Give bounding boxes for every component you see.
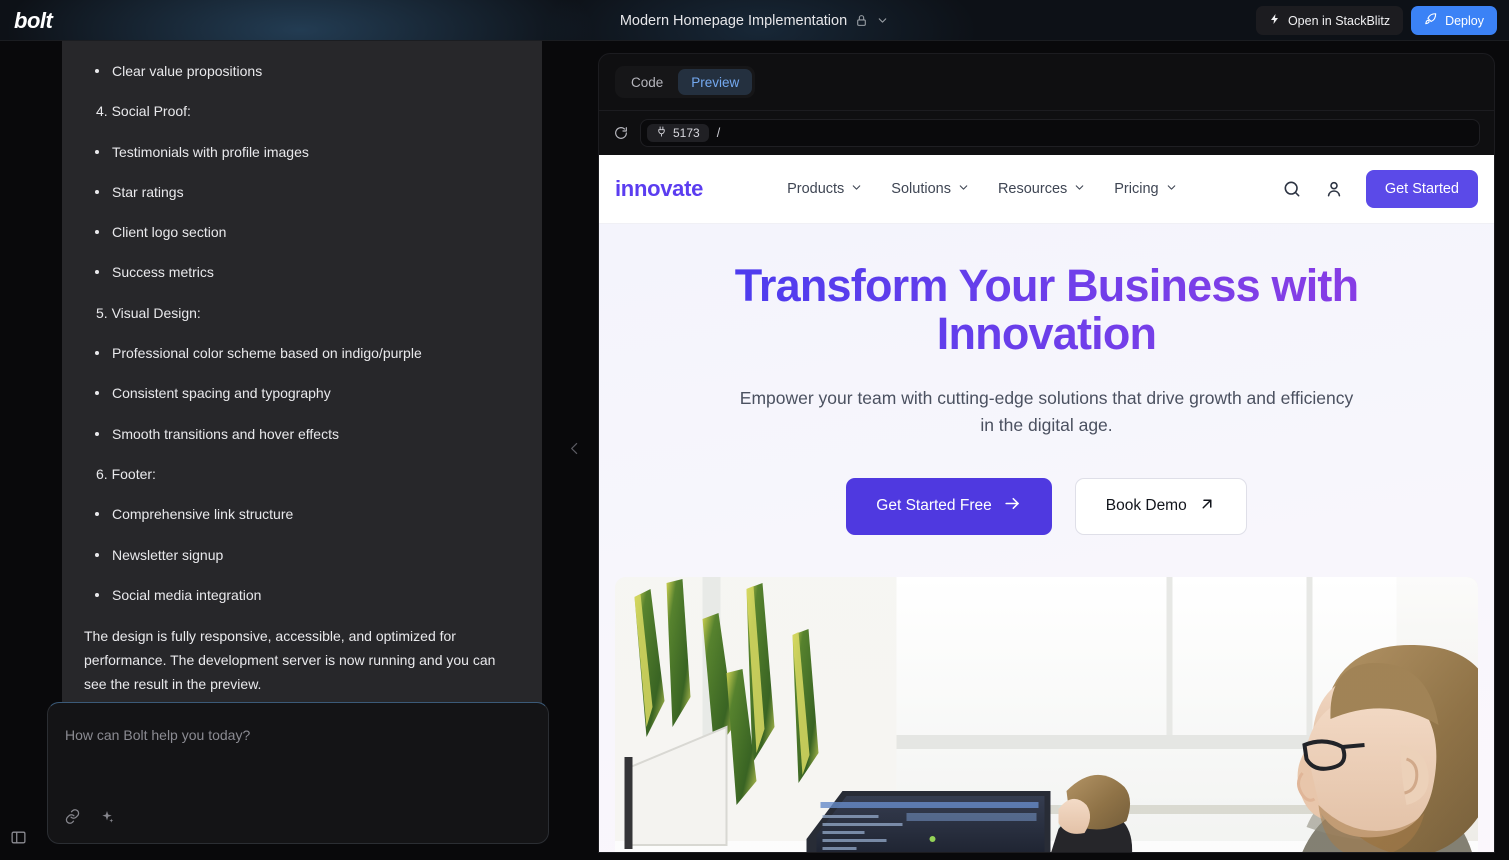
lock-icon[interactable] <box>855 14 868 27</box>
app-header: bolt Modern Homepage Implementation Open… <box>0 0 1509 41</box>
bolt-app-window: bolt Modern Homepage Implementation Open… <box>0 0 1509 860</box>
port-chip[interactable]: 5173 <box>647 124 709 142</box>
arrow-right-icon <box>1003 494 1022 518</box>
list-item: Success metrics <box>84 262 520 282</box>
lightning-bolt-icon <box>1269 13 1281 28</box>
hero-subtitle: Empower your team with cutting-edge solu… <box>739 388 1354 436</box>
nav-label-products: Products <box>787 181 845 197</box>
tab-preview[interactable]: Preview <box>678 69 753 95</box>
chevron-down-icon[interactable] <box>876 14 889 27</box>
hero-image <box>615 576 1478 852</box>
message-markdown: Clear value propositions 4. Social Proof:… <box>84 61 520 697</box>
hero-section: Transform Your Business with Innovation … <box>599 224 1494 852</box>
nav-item-solutions[interactable]: Solutions <box>891 181 970 198</box>
sparkle-icon[interactable] <box>99 809 115 825</box>
open-in-stackblitz-button[interactable]: Open in StackBlitz <box>1255 6 1404 35</box>
workbench-tabbar: Code Preview <box>599 54 1494 111</box>
view-toggle-group: Code Preview <box>615 66 756 98</box>
nav-get-started-button[interactable]: Get Started <box>1365 170 1478 208</box>
list-item: Smooth transitions and hover effects <box>84 424 520 444</box>
list-item: Clear value propositions <box>84 61 520 81</box>
hero-cta-group: Get Started Free Book Demo <box>599 477 1494 535</box>
preview-iframe: innovate Products Solutions Resources Pr… <box>599 155 1494 852</box>
list-item: Social media integration <box>84 585 520 605</box>
chat-composer[interactable]: How can Bolt help you today? <box>47 702 549 844</box>
book-demo-button[interactable]: Book Demo <box>1074 477 1247 535</box>
panel-left-icon[interactable] <box>10 829 27 846</box>
collapse-chat-chevron-left-icon[interactable] <box>566 440 583 457</box>
site-navbar: innovate Products Solutions Resources Pr… <box>599 155 1494 224</box>
open-in-stackblitz-label: Open in StackBlitz <box>1287 13 1391 28</box>
list-item: Client logo section <box>84 222 520 242</box>
list-item: Testimonials with profile images <box>84 142 520 162</box>
chat-input-placeholder[interactable]: How can Bolt help you today? <box>65 727 250 743</box>
deploy-label: Deploy <box>1445 13 1484 28</box>
list-item: Professional color scheme based on indig… <box>84 343 520 363</box>
numbered-item: 5. Visual Design: <box>96 304 201 321</box>
list-item: Star ratings <box>84 182 520 202</box>
get-started-free-label: Get Started Free <box>876 497 992 515</box>
nav-item-pricing[interactable]: Pricing <box>1114 181 1177 198</box>
hero-title: Transform Your Business with Innovation <box>697 261 1397 358</box>
page-title: Modern Homepage Implementation <box>619 12 848 29</box>
list-item: Newsletter signup <box>84 545 520 565</box>
composer-toolbar <box>64 808 115 825</box>
arrow-up-right-icon <box>1198 495 1216 518</box>
header-actions: Open in StackBlitz Deploy <box>1255 6 1497 35</box>
site-brand-logo[interactable]: innovate <box>615 176 703 202</box>
nav-item-products[interactable]: Products <box>787 181 863 198</box>
user-icon[interactable] <box>1324 179 1344 199</box>
chevron-down-icon <box>1165 181 1178 198</box>
chevron-down-icon <box>957 181 970 198</box>
office-team-photo <box>615 576 1478 852</box>
chevron-down-icon <box>1073 181 1086 198</box>
numbered-item: 6. Footer: <box>96 465 156 482</box>
assistant-message: Clear value propositions 4. Social Proof:… <box>62 41 542 725</box>
link-icon[interactable] <box>64 808 81 825</box>
book-demo-label: Book Demo <box>1105 497 1187 515</box>
preview-urlbar: 5173 / <box>599 111 1494 155</box>
port-number: 5173 <box>673 126 700 140</box>
get-started-free-button[interactable]: Get Started Free <box>846 477 1052 535</box>
message-paragraph: The design is fully responsive, accessib… <box>84 628 496 692</box>
search-icon[interactable] <box>1282 179 1302 199</box>
nav-item-resources[interactable]: Resources <box>998 181 1086 198</box>
numbered-item: 4. Social Proof: <box>96 103 191 120</box>
list-item: Comprehensive link structure <box>84 504 520 524</box>
nav-label-resources: Resources <box>997 181 1068 197</box>
site-nav-actions: Get Started <box>1282 170 1478 208</box>
rocket-icon <box>1424 12 1438 29</box>
nav-label-solutions: Solutions <box>891 181 951 197</box>
site-nav-links: Products Solutions Resources Pricing <box>787 181 1178 198</box>
reload-icon[interactable] <box>613 125 629 141</box>
deploy-button[interactable]: Deploy <box>1411 6 1497 35</box>
url-path[interactable]: / <box>717 126 720 140</box>
list-item: Consistent spacing and typography <box>84 383 520 403</box>
url-input[interactable]: 5173 / <box>640 119 1480 147</box>
workbench-panel: Code Preview 5173 / innovate Products So… <box>598 53 1495 853</box>
tab-code[interactable]: Code <box>618 69 676 95</box>
nav-label-pricing: Pricing <box>1114 181 1159 197</box>
plug-icon <box>656 126 667 140</box>
chat-panel: Clear value propositions 4. Social Proof:… <box>0 41 598 860</box>
chevron-down-icon <box>850 181 863 198</box>
